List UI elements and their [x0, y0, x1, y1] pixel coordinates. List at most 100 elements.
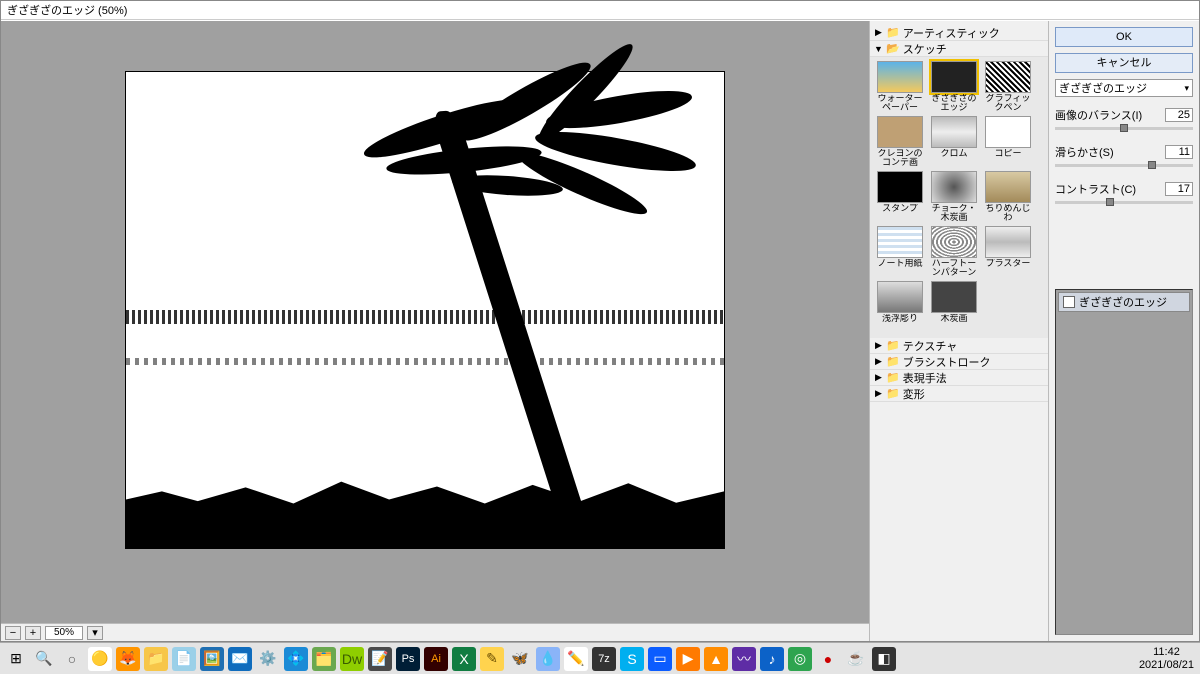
app-icon[interactable]: ◎ — [788, 647, 812, 671]
category-texture[interactable]: ▶ 📁 テクスチャ — [870, 338, 1048, 354]
filter-thumb-preview — [985, 116, 1031, 148]
category-label: ブラシストローク — [903, 354, 991, 370]
illustrator-icon[interactable]: Ai — [424, 647, 448, 671]
windows-taskbar[interactable]: ⊞ 🔍 ○ 🟡 🦊 📁 📄 🖼️ ✉️ ⚙️ 💠 🗂️ Dw 📝 Ps Ai X… — [0, 642, 1200, 674]
filter-thumb-label: 木炭画 — [940, 314, 967, 334]
category-distort[interactable]: ▶ 📁 変形 — [870, 386, 1048, 402]
system-clock[interactable]: 11:42 2021/08/21 — [1139, 646, 1196, 670]
sketch-thumbnails: ウォーターペーパーぎざぎざのエッジグラフィックペンクレヨンのコンテ画クロムコピー… — [870, 57, 1048, 338]
filter-thumb[interactable]: 木炭画 — [928, 281, 980, 334]
effect-layer-item[interactable]: ぎざぎざのエッジ — [1058, 292, 1190, 312]
filter-thumb-label: クロム — [940, 149, 967, 169]
settings-icon[interactable]: ⚙️ — [256, 647, 280, 671]
app-icon[interactable]: 🗂️ — [312, 647, 336, 671]
filter-thumb[interactable]: プラスター — [982, 226, 1034, 279]
start-button[interactable]: ⊞ — [4, 647, 28, 671]
skype-icon[interactable]: S — [620, 647, 644, 671]
filter-thumb[interactable]: チョーク・木炭画 — [928, 171, 980, 224]
filter-thumb-label: スタンプ — [882, 204, 918, 224]
dreamweaver-icon[interactable]: Dw — [340, 647, 364, 671]
filter-select[interactable]: ぎざぎざのエッジ ▾ — [1055, 79, 1193, 97]
filter-gallery-tree[interactable]: ▶ 📁 アーティスティック ▼ 📂 スケッチ ウォーターペーパーぎざぎざのエッジ… — [869, 21, 1049, 641]
zoom-out-button[interactable]: − — [5, 626, 21, 640]
chrome-icon[interactable]: 🟡 — [88, 647, 112, 671]
filter-thumb-preview — [985, 171, 1031, 203]
notepad-icon[interactable]: 📄 — [172, 647, 196, 671]
slider-value-field[interactable] — [1165, 108, 1193, 122]
folder-icon: 📁 — [886, 26, 900, 39]
excel-icon[interactable]: X — [452, 647, 476, 671]
filter-thumb[interactable]: ちりめんじわ — [982, 171, 1034, 224]
disclosure-down-icon: ▼ — [874, 44, 883, 54]
visibility-toggle-icon[interactable] — [1063, 296, 1075, 308]
filter-thumb[interactable]: クレヨンのコンテ画 — [874, 116, 926, 169]
photos-icon[interactable]: 🖼️ — [200, 647, 224, 671]
firefox-icon[interactable]: 🦊 — [116, 647, 140, 671]
photoshop-icon[interactable]: Ps — [396, 647, 420, 671]
filter-thumb-label: プラスター — [986, 259, 1031, 279]
filter-thumb[interactable]: ウォーターペーパー — [874, 61, 926, 114]
7zip-icon[interactable]: 7z — [592, 647, 616, 671]
app-icon[interactable]: ✎ — [480, 647, 504, 671]
app-icon[interactable]: 🦋 — [508, 647, 532, 671]
filter-thumb[interactable]: コピー — [982, 116, 1034, 169]
app-icon[interactable]: 〰 — [732, 647, 756, 671]
category-label: スケッチ — [903, 41, 947, 57]
zoom-icon[interactable]: ▭ — [648, 647, 672, 671]
category-sketch[interactable]: ▼ 📂 スケッチ — [870, 41, 1048, 57]
vlc-icon[interactable]: ▲ — [704, 647, 728, 671]
filter-thumb[interactable]: 浅浮彫り — [874, 281, 926, 334]
filter-select-value: ぎざぎざのエッジ — [1059, 80, 1147, 96]
slider-value-field[interactable] — [1165, 182, 1193, 196]
preview-area[interactable] — [3, 23, 867, 621]
explorer-icon[interactable]: 📁 — [144, 647, 168, 671]
window-title: ぎざぎざのエッジ (50%) — [7, 2, 127, 18]
filter-thumb[interactable]: ノート用紙 — [874, 226, 926, 279]
slider-handle[interactable] — [1148, 161, 1156, 169]
slider-value-field[interactable] — [1165, 145, 1193, 159]
player-icon[interactable]: ▶ — [676, 647, 700, 671]
filter-thumb[interactable]: ぎざぎざのエッジ — [928, 61, 980, 114]
category-brush[interactable]: ▶ 📁 ブラシストローク — [870, 354, 1048, 370]
titlebar: ぎざぎざのエッジ (50%) — [1, 1, 1199, 20]
category-label: 表現手法 — [903, 370, 947, 386]
record-icon[interactable]: ● — [816, 647, 840, 671]
slider-label: 画像のバランス(I) — [1055, 107, 1142, 123]
clock-date: 2021/08/21 — [1139, 659, 1194, 671]
slider-track[interactable] — [1055, 201, 1193, 204]
zoom-field[interactable] — [45, 626, 83, 640]
filter-thumb[interactable]: ハーフトーンパターン — [928, 226, 980, 279]
filter-thumb[interactable]: クロム — [928, 116, 980, 169]
sublime-icon[interactable]: 📝 — [368, 647, 392, 671]
app-icon[interactable]: 💧 — [536, 647, 560, 671]
slider-label: コントラスト(C) — [1055, 181, 1136, 197]
app-icon[interactable]: ◧ — [872, 647, 896, 671]
zoom-dropdown-arrow[interactable]: ▾ — [87, 626, 103, 640]
filter-thumb-label: グラフィックペン — [982, 94, 1034, 114]
clock-time: 11:42 — [1139, 646, 1194, 658]
category-artistic[interactable]: ▶ 📁 アーティスティック — [870, 25, 1048, 41]
app-icon[interactable]: ✏️ — [564, 647, 588, 671]
app-icon[interactable]: 💠 — [284, 647, 308, 671]
filter-thumb[interactable]: スタンプ — [874, 171, 926, 224]
disclosure-right-icon: ▶ — [874, 340, 883, 351]
filter-thumb-preview — [931, 116, 977, 148]
ok-button[interactable]: OK — [1055, 27, 1193, 47]
zoom-bar: − + ▾ — [1, 623, 869, 641]
category-style[interactable]: ▶ 📁 表現手法 — [870, 370, 1048, 386]
slider-contrast: コントラスト(C) — [1055, 181, 1193, 204]
app-icon[interactable]: ☕ — [844, 647, 868, 671]
cortana-icon[interactable]: ○ — [60, 647, 84, 671]
slider-track[interactable] — [1055, 164, 1193, 167]
filter-thumb[interactable]: グラフィックペン — [982, 61, 1034, 114]
zoom-in-button[interactable]: + — [25, 626, 41, 640]
outlook-icon[interactable]: ✉️ — [228, 647, 252, 671]
search-icon[interactable]: 🔍 — [32, 647, 56, 671]
dialog-body: − + ▾ ▶ 📁 アーティスティック ▼ 📂 スケッチ ウォーターペーパーぎざ… — [1, 21, 1199, 641]
cancel-button[interactable]: キャンセル — [1055, 53, 1193, 73]
slider-handle[interactable] — [1120, 124, 1128, 132]
music-icon[interactable]: ♪ — [760, 647, 784, 671]
slider-handle[interactable] — [1106, 198, 1114, 206]
slider-track[interactable] — [1055, 127, 1193, 130]
folder-icon: 📂 — [886, 42, 900, 55]
